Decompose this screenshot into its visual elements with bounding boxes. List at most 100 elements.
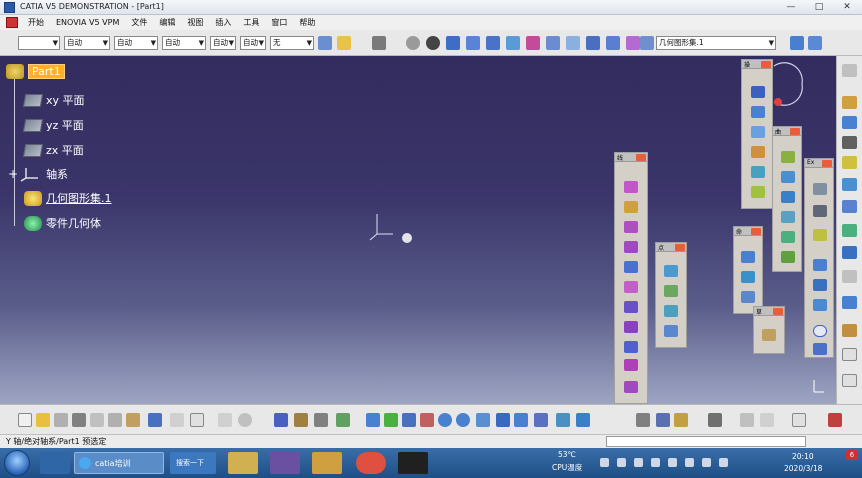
- boundary-icon[interactable]: [781, 211, 795, 223]
- point-icon[interactable]: [751, 86, 765, 98]
- ordered-set-icon[interactable]: [546, 36, 560, 50]
- plane-icon[interactable]: [751, 126, 765, 138]
- abc-text-icon[interactable]: [792, 413, 806, 427]
- constraint-tool-icon[interactable]: [760, 413, 774, 427]
- task-app-2[interactable]: [270, 452, 300, 474]
- line-style-combo[interactable]: ▼: [18, 36, 60, 50]
- 3d-workspace[interactable]: Part1 xy 平面 yz 平面 zx 平面 + 轴系 几何图形集.1 零件几…: [0, 56, 836, 404]
- new-file-icon[interactable]: [18, 413, 32, 427]
- pan-icon[interactable]: [402, 413, 416, 427]
- tray-icon[interactable]: [617, 458, 626, 467]
- iso-view-icon[interactable]: [496, 413, 510, 427]
- tray-icon[interactable]: [685, 458, 694, 467]
- dimension-icon[interactable]: [740, 413, 754, 427]
- split-icon[interactable]: [781, 171, 795, 183]
- compass-icon[interactable]: [768, 62, 808, 112]
- hide-show-icon[interactable]: [534, 413, 548, 427]
- surface-based-icon[interactable]: [842, 178, 857, 191]
- extract-icon[interactable]: [781, 231, 795, 243]
- close-toolbar-button[interactable]: [773, 308, 783, 315]
- close-toolbar-button[interactable]: [761, 61, 771, 68]
- task-search[interactable]: 搜索一下: [170, 452, 216, 474]
- select-icon[interactable]: [842, 324, 857, 337]
- hybrid-body-icon[interactable]: [586, 36, 600, 50]
- corner-icon[interactable]: [813, 299, 827, 311]
- task-app-1[interactable]: [40, 452, 70, 474]
- layer-combo[interactable]: 无 ▼: [270, 36, 314, 50]
- apply-material-icon[interactable]: [842, 296, 857, 309]
- floating-toolbar-tools[interactable]: Ex: [804, 158, 834, 358]
- geometry-set-icon[interactable]: [526, 36, 540, 50]
- system-tray-icons[interactable]: [600, 458, 750, 468]
- slot-icon[interactable]: [624, 301, 638, 313]
- redo-icon[interactable]: [170, 413, 184, 427]
- symmetry-icon[interactable]: [741, 291, 755, 303]
- connect-curve-icon[interactable]: [813, 279, 827, 291]
- line-type-combo[interactable]: 自动 ▼: [210, 36, 236, 50]
- system-menu-icon[interactable]: [6, 17, 18, 28]
- task-catia[interactable]: [398, 452, 428, 474]
- floating-toolbar-operations[interactable]: 曲: [772, 126, 802, 272]
- painter-icon[interactable]: [318, 36, 332, 50]
- print-icon[interactable]: [72, 413, 86, 427]
- line-icon[interactable]: [751, 106, 765, 118]
- pad-icon[interactable]: [624, 181, 638, 193]
- macro-icon[interactable]: [314, 413, 328, 427]
- stiffener-icon[interactable]: [624, 321, 638, 333]
- menu-help[interactable]: 帮助: [293, 17, 321, 28]
- expand-plus-icon[interactable]: +: [8, 167, 18, 181]
- save-icon[interactable]: [54, 413, 68, 427]
- copy-icon[interactable]: [108, 413, 122, 427]
- undo-icon[interactable]: [148, 413, 162, 427]
- properties-icon[interactable]: [337, 36, 351, 50]
- loft-icon[interactable]: [624, 341, 638, 353]
- measure-icon[interactable]: [790, 36, 804, 50]
- tray-icon[interactable]: [651, 458, 660, 467]
- join-icon[interactable]: [781, 151, 795, 163]
- floating-toolbar-surfaces[interactable]: 点: [655, 242, 687, 348]
- zoom-in-icon[interactable]: [438, 413, 452, 427]
- floating-toolbar-part-features[interactable]: 线: [614, 152, 648, 404]
- rib-icon[interactable]: [624, 281, 638, 293]
- transformation-icon[interactable]: [842, 136, 857, 149]
- task-catia-training[interactable]: catia培训: [74, 452, 164, 474]
- circle-icon[interactable]: [751, 166, 765, 178]
- tree-node-yz-plane[interactable]: yz 平面: [22, 117, 84, 133]
- clock-icon[interactable]: [426, 36, 440, 50]
- menu-file[interactable]: 文件: [125, 17, 153, 28]
- open-file-icon[interactable]: [36, 413, 50, 427]
- close-toolbar-button[interactable]: [822, 160, 832, 167]
- comment-icon[interactable]: [238, 413, 252, 427]
- menu-start[interactable]: 开始: [22, 17, 50, 28]
- spline-icon[interactable]: [751, 186, 765, 198]
- remove-loft-icon[interactable]: [624, 359, 638, 371]
- menu-view[interactable]: 视图: [181, 17, 209, 28]
- plane-tool-icon[interactable]: [813, 229, 827, 241]
- annotation-icon[interactable]: [842, 224, 857, 237]
- shaft-icon[interactable]: [624, 221, 638, 233]
- clock-time[interactable]: 20:10: [792, 452, 814, 461]
- line-tool-icon[interactable]: [813, 205, 827, 217]
- view-mode-icon[interactable]: [514, 413, 528, 427]
- paste-icon[interactable]: [126, 413, 140, 427]
- render-style-icon[interactable]: [576, 413, 590, 427]
- zoom-out-icon[interactable]: [456, 413, 470, 427]
- fillet-icon[interactable]: [781, 251, 795, 263]
- close-toolbar-button[interactable]: [790, 128, 800, 135]
- cylinder-surface-icon[interactable]: [664, 325, 678, 337]
- close-toolbar-button[interactable]: [636, 154, 646, 161]
- constraints-icon[interactable]: [842, 200, 857, 213]
- command-input[interactable]: [606, 436, 806, 447]
- grid-icon[interactable]: [486, 36, 500, 50]
- formula-icon[interactable]: [218, 413, 232, 427]
- scan-icon[interactable]: [606, 36, 620, 50]
- cut-icon[interactable]: [90, 413, 104, 427]
- curve-tool-icon[interactable]: [813, 259, 827, 271]
- define-work-object-icon[interactable]: [640, 36, 654, 50]
- insert-body-icon[interactable]: [566, 36, 580, 50]
- sketch-icon[interactable]: [466, 36, 480, 50]
- update-icon[interactable]: [406, 36, 420, 50]
- tree-node-zx-plane[interactable]: zx 平面: [22, 142, 84, 158]
- chart-tool-icon[interactable]: [842, 374, 857, 387]
- normal-view-icon[interactable]: [476, 413, 490, 427]
